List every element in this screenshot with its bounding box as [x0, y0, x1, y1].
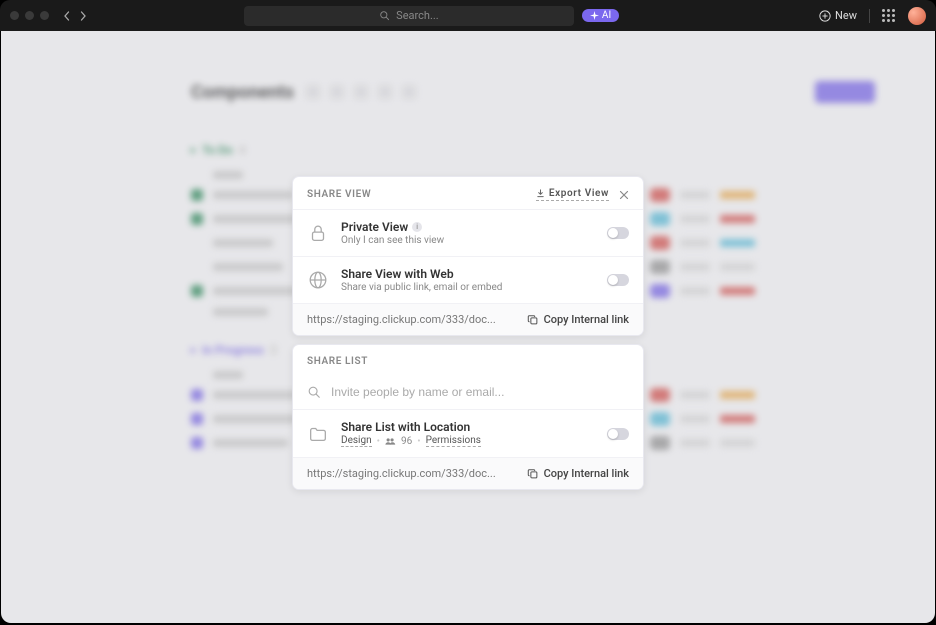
- plus-circle-icon: [819, 10, 831, 22]
- copy-view-link-label: Copy Internal link: [544, 313, 629, 326]
- share-web-toggle[interactable]: [607, 274, 629, 286]
- share-modal: SHARE VIEW Export View Private View i: [292, 176, 644, 490]
- info-icon[interactable]: i: [412, 222, 422, 232]
- lock-icon: [307, 222, 329, 244]
- globe-icon: [307, 269, 329, 291]
- share-web-title: Share View with Web: [341, 267, 595, 281]
- user-avatar[interactable]: [908, 7, 926, 25]
- ai-button[interactable]: AI: [582, 9, 619, 22]
- maximize-window-icon[interactable]: [40, 11, 49, 20]
- share-location-title: Share List with Location: [341, 420, 595, 434]
- separator: [869, 9, 870, 23]
- search-icon: [379, 10, 390, 21]
- copy-view-link-button[interactable]: Copy Internal link: [527, 313, 629, 326]
- apps-grid-icon[interactable]: [882, 9, 896, 23]
- new-label: New: [835, 9, 857, 22]
- share-web-subtitle: Share via public link, email or embed: [341, 282, 595, 293]
- share-web-row: Share View with Web Share via public lin…: [293, 256, 643, 303]
- export-view-button[interactable]: Export View: [536, 188, 609, 201]
- copy-icon: [527, 468, 539, 480]
- private-view-subtitle: Only I can see this view: [341, 235, 595, 246]
- global-search-input[interactable]: Search...: [244, 6, 574, 26]
- invite-input[interactable]: [331, 385, 629, 399]
- copy-list-link-label: Copy Internal link: [544, 467, 629, 480]
- new-button[interactable]: New: [819, 9, 857, 22]
- search-icon: [307, 385, 321, 399]
- back-button[interactable]: [63, 11, 71, 21]
- people-count: 96: [401, 436, 412, 447]
- people-icon: [385, 437, 396, 446]
- share-list-panel: SHARE LIST Share List with Location Desi…: [292, 344, 644, 490]
- download-icon: [536, 189, 545, 198]
- search-placeholder: Search...: [396, 9, 439, 22]
- share-location-toggle[interactable]: [607, 428, 629, 440]
- main-canvas: Components ▸To Do4 ▸In Progress3 SHARE V…: [1, 31, 935, 623]
- export-view-label: Export View: [549, 188, 609, 199]
- view-url[interactable]: https://staging.clickup.com/333/doc...: [307, 313, 517, 326]
- close-icon[interactable]: [619, 190, 629, 200]
- share-view-heading: SHARE VIEW: [307, 189, 371, 200]
- nav-arrows: [63, 11, 87, 21]
- share-list-heading: SHARE LIST: [307, 356, 368, 367]
- forward-button[interactable]: [79, 11, 87, 21]
- chevron-left-icon: [63, 11, 71, 21]
- sparkle-icon: [590, 11, 599, 20]
- location-design-link[interactable]: Design: [341, 435, 372, 447]
- chevron-right-icon: [79, 11, 87, 21]
- share-location-row: Share List with Location Design • 96 • P…: [293, 409, 643, 457]
- share-view-panel: SHARE VIEW Export View Private View i: [292, 176, 644, 336]
- minimize-window-icon[interactable]: [25, 11, 34, 20]
- private-view-toggle[interactable]: [607, 227, 629, 239]
- private-view-row: Private View i Only I can see this view: [293, 209, 643, 256]
- folder-icon: [307, 423, 329, 445]
- invite-row: [293, 375, 643, 409]
- window-controls: [10, 11, 49, 20]
- close-window-icon[interactable]: [10, 11, 19, 20]
- list-url[interactable]: https://staging.clickup.com/333/doc...: [307, 467, 517, 480]
- ai-label: AI: [602, 10, 611, 21]
- top-bar: Search... AI New: [0, 0, 936, 31]
- permissions-link[interactable]: Permissions: [426, 435, 481, 447]
- copy-list-link-button[interactable]: Copy Internal link: [527, 467, 629, 480]
- private-view-title: Private View: [341, 220, 408, 234]
- copy-icon: [527, 314, 539, 326]
